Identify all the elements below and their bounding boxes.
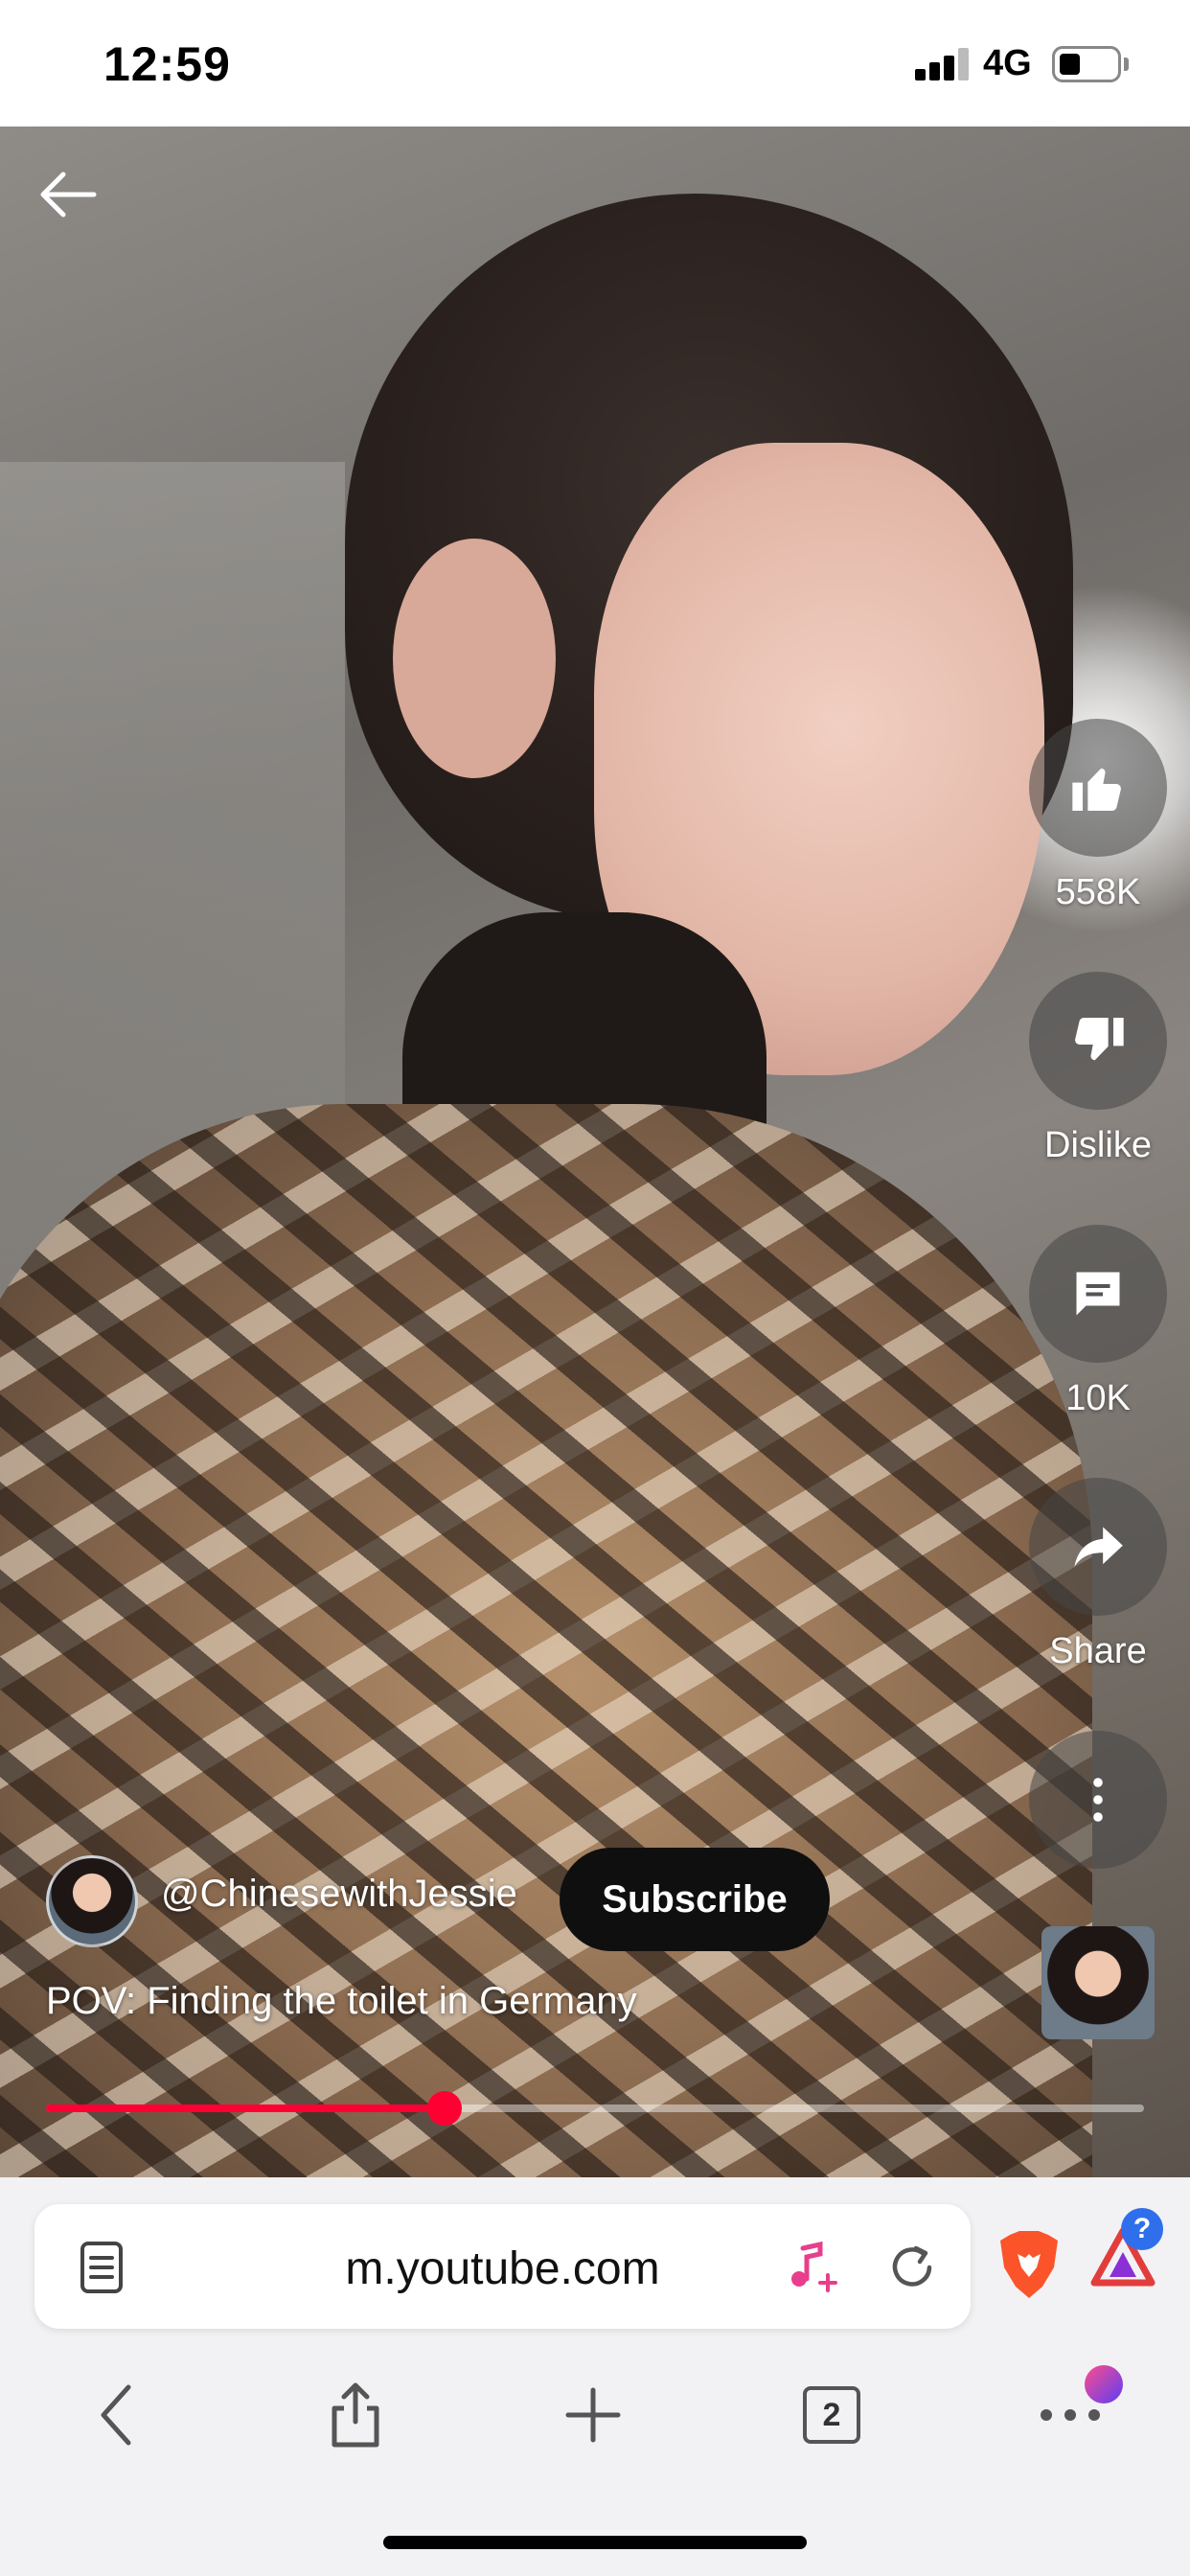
video-title[interactable]: POV: Finding the toilet in Germany (46, 1980, 637, 2023)
share-button[interactable] (1029, 1478, 1167, 1616)
network-type: 4G (983, 43, 1032, 83)
progress-scrubber[interactable] (426, 2091, 462, 2126)
thumbs-up-icon (1072, 768, 1121, 811)
channel-avatar[interactable] (46, 1855, 138, 1947)
menu-icon (1041, 2409, 1100, 2421)
share-icon (332, 2382, 379, 2448)
like-count: 558K (1055, 872, 1141, 912)
rewards-badge: ? (1121, 2208, 1163, 2250)
more-vertical-icon (1093, 1778, 1103, 1822)
dislike-label: Dislike (1044, 1125, 1152, 1165)
new-tab-icon (565, 2387, 621, 2443)
share-icon (1074, 1527, 1123, 1567)
sound-thumbnail[interactable] (1041, 1926, 1155, 2039)
cellular-signal-icon (915, 48, 969, 80)
home-indicator (383, 2536, 807, 2549)
back-icon (101, 2384, 131, 2446)
share-label: Share (1049, 1631, 1147, 1671)
comment-icon (1076, 1272, 1120, 1316)
battery-icon (1052, 46, 1121, 82)
music-note-add-icon[interactable] (786, 2241, 839, 2294)
progress-fill (46, 2104, 445, 2112)
video-progress-bar[interactable] (46, 2091, 1144, 2126)
status-time: 12:59 (103, 37, 231, 91)
status-bar: 12:59 4G (0, 0, 1190, 126)
dislike-button[interactable] (1029, 972, 1167, 1110)
browser-share-button[interactable] (312, 2377, 399, 2453)
back-arrow-icon[interactable] (34, 161, 102, 228)
new-tab-button[interactable] (550, 2377, 636, 2453)
thumbs-down-icon (1075, 1018, 1124, 1061)
browser-back-button[interactable] (75, 2377, 161, 2453)
comment-count: 10K (1065, 1378, 1131, 1418)
like-button[interactable] (1029, 719, 1167, 857)
address-bar[interactable]: m.youtube.com (34, 2204, 971, 2329)
menu-notification-badge (1085, 2365, 1123, 2404)
tabs-button[interactable]: 2 (803, 2386, 860, 2444)
reload-icon[interactable] (885, 2241, 939, 2294)
subscribe-button[interactable]: Subscribe (560, 1848, 830, 1951)
channel-name[interactable]: @ChinesewithJessie (161, 1873, 517, 1916)
comments-button[interactable] (1029, 1225, 1167, 1363)
brave-lion-icon[interactable] (996, 2229, 1062, 2300)
more-options-button[interactable] (1029, 1731, 1167, 1869)
